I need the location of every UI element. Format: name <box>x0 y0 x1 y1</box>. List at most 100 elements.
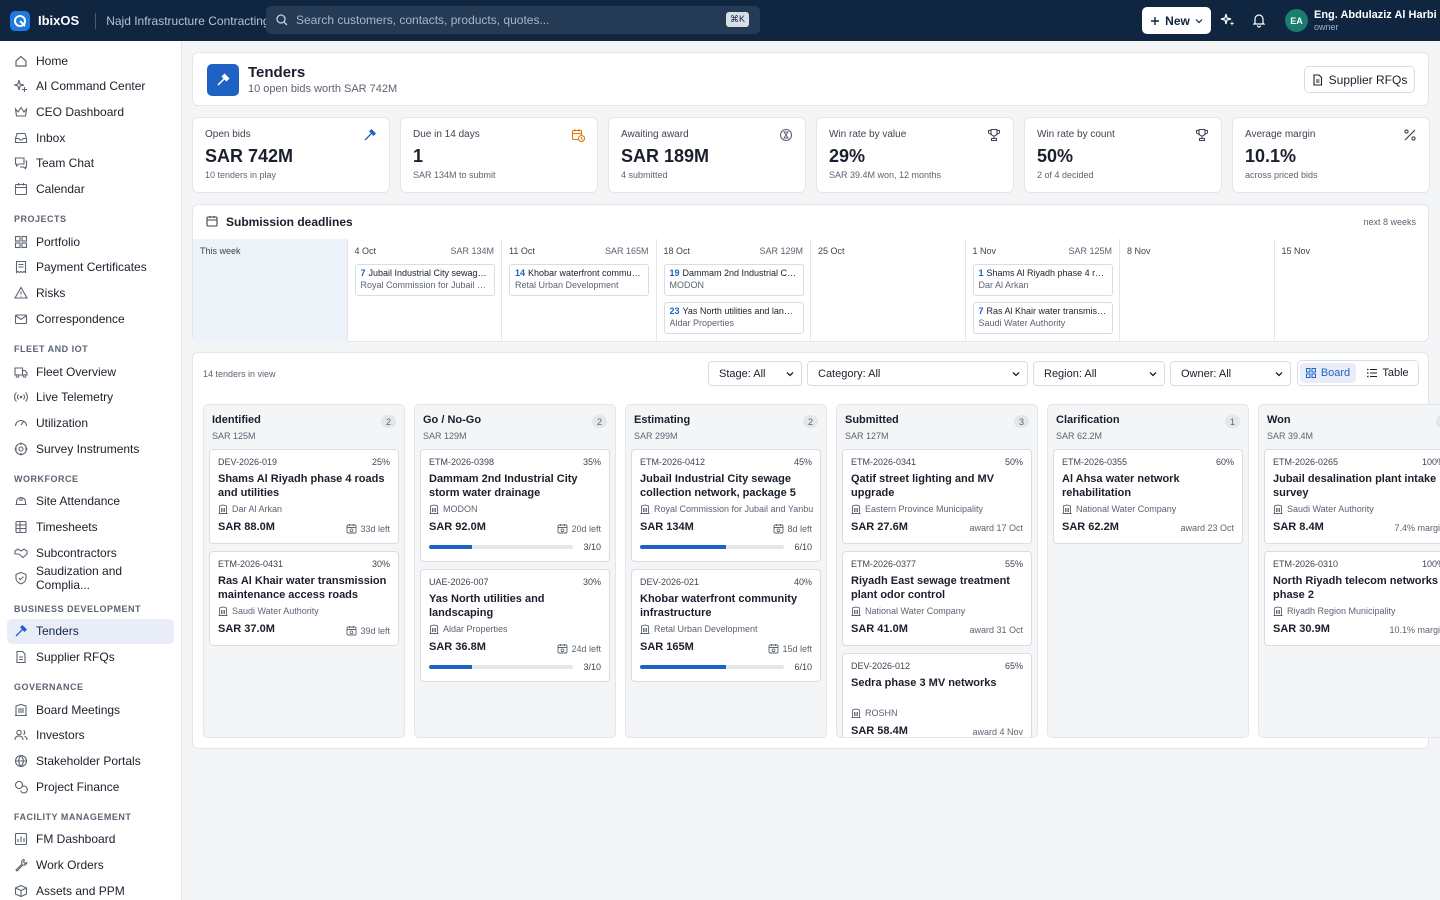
tender-meta-text: 7.4% margin <box>1394 523 1440 533</box>
avatar[interactable]: EA <box>1285 9 1308 32</box>
sidebar-item-inbox[interactable]: Inbox <box>7 125 174 150</box>
new-button[interactable]: New <box>1142 7 1211 34</box>
sidebar-item-utilization[interactable]: Utilization <box>7 410 174 435</box>
sidebar-item-fm-dashboard[interactable]: FM Dashboard <box>7 827 174 852</box>
bell-icon[interactable] <box>1251 12 1267 28</box>
week-date: 11 Oct <box>509 246 535 256</box>
tender-card[interactable]: ETM-2026-0341 50% Qatif street lighting an… <box>842 449 1032 544</box>
percent-icon <box>1403 128 1417 142</box>
region-filter-value: Region: All <box>1044 367 1097 380</box>
deadline-item[interactable]: 7Ras Al Khair water transmission mainten… <box>972 302 1113 334</box>
kpi-card[interactable]: Awaiting award SAR 189M 4 submitted <box>608 117 806 193</box>
category-filter[interactable]: Category: All <box>807 361 1028 386</box>
users-icon <box>14 728 28 742</box>
sparkle-icon[interactable] <box>1220 12 1236 28</box>
progress-bar <box>429 545 573 549</box>
sidebar-item-label: Payment Certificates <box>36 260 147 275</box>
sidebar-item-site-attendance[interactable]: Site Attendance <box>7 489 174 514</box>
deadline-item[interactable]: 23Yas North utilities and landscaping Ald… <box>663 302 804 334</box>
sidebar-item-payment-certificates[interactable]: Payment Certificates <box>7 255 174 280</box>
sidebar-item-calendar[interactable]: Calendar <box>7 177 174 202</box>
building-icon <box>218 504 228 514</box>
sidebar-item-subcontractors[interactable]: Subcontractors <box>7 540 174 565</box>
sidebar-item-stakeholder-portals[interactable]: Stakeholder Portals <box>7 748 174 773</box>
sidebar-item-correspondence[interactable]: Correspondence <box>7 306 174 331</box>
board-view-button[interactable]: Board <box>1300 363 1356 383</box>
table-view-button[interactable]: Table <box>1360 363 1416 383</box>
kpi-card[interactable]: Open bids SAR 742M 10 tenders in play <box>192 117 390 193</box>
tender-card[interactable]: ETM-2026-0310 100% North Riyadh telecom ne… <box>1264 551 1440 646</box>
sidebar-item-project-finance[interactable]: Project Finance <box>7 774 174 799</box>
page-subtitle: 10 open bids worth SAR 742M <box>248 83 398 95</box>
sidebar-item-portfolio[interactable]: Portfolio <box>7 229 174 254</box>
tender-card[interactable]: DEV-2026-021 40% Khobar waterfront communi… <box>631 569 821 682</box>
sidebar-item-saudization-and-complia[interactable]: Saudization and Complia... <box>7 564 174 592</box>
deadline-week: 18 Oct SAR 129M 19 Dammam 2nd Industrial Ci… <box>657 239 811 342</box>
kpi-card[interactable]: Average margin 10.1% across priced bids <box>1232 117 1430 193</box>
sidebar-item-assets-and-ppm[interactable]: Assets and PPM <box>7 878 174 900</box>
tender-meta: 15d left <box>768 643 812 654</box>
tender-value: SAR 134M <box>640 521 694 533</box>
tender-meta-text: 15d left <box>782 643 812 654</box>
tender-meta: 8d left <box>773 523 812 534</box>
deadline-item[interactable]: 19Dammam 2nd Industrial City storm water… <box>663 264 804 296</box>
sidebar-item-tenders[interactable]: Tenders <box>7 618 174 644</box>
sidebar-item-timesheets[interactable]: Timesheets <box>7 515 174 540</box>
sidebar-item-fleet-overview[interactable]: Fleet Overview <box>7 359 174 384</box>
receipt-icon <box>14 260 28 274</box>
deadline-item[interactable]: 7Jubail Industrial City sewage collectio… <box>354 264 495 296</box>
tender-name: Riyadh East sewage treatment plant odor … <box>851 575 1010 601</box>
deadline-item[interactable]: 14Khobar waterfront community infrastruc… <box>509 264 649 296</box>
finance-icon <box>14 780 28 794</box>
tender-card[interactable]: ETM-2026-0398 35% Dammam 2nd Industrial Ci… <box>420 449 610 562</box>
search-input[interactable]: Search customers, contacts, products, qu… <box>266 6 760 34</box>
kpi-card[interactable]: Win rate by value 29% SAR 39.4M won, 12 mo… <box>816 117 1014 193</box>
sidebar-item-ceo-dashboard[interactable]: CEO Dashboard <box>7 99 174 124</box>
tender-card[interactable]: DEV-2026-019 25% Shams Al Riyadh phase 4 r… <box>209 449 399 544</box>
sidebar-item-label: Assets and PPM <box>36 883 125 898</box>
document-icon <box>14 650 28 664</box>
sidebar-item-team-chat[interactable]: Team Chat <box>7 151 174 176</box>
sidebar-item-home[interactable]: Home <box>7 48 174 73</box>
kpi-card[interactable]: Due in 14 days 1 SAR 134M to submit <box>400 117 598 193</box>
box-icon <box>14 884 28 898</box>
progress-label: 6/10 <box>794 542 812 552</box>
building-icon <box>1273 504 1283 514</box>
tender-card[interactable]: ETM-2026-0412 45% Jubail Industrial City s… <box>631 449 821 562</box>
region-filter[interactable]: Region: All <box>1033 361 1165 386</box>
sidebar-section-title: FLEET AND IOT <box>14 344 89 354</box>
tender-card[interactable]: DEV-2026-012 65% Sedra phase 3 MV networks… <box>842 653 1032 737</box>
app-logo[interactable]: IbixOS <box>10 10 79 31</box>
stage-filter[interactable]: Stage: All <box>708 361 802 386</box>
deadline-item[interactable]: 1Shams Al Riyadh phase 4 roads and utili… <box>972 264 1113 296</box>
tender-meta-text: award 23 Oct <box>1180 523 1234 533</box>
deadline-day: 1 <box>978 268 984 278</box>
tender-client-name: Retal Urban Development <box>654 624 758 634</box>
sidebar-item-label: Risks <box>36 286 66 301</box>
tender-card[interactable]: ETM-2026-0377 55% Riyadh East sewage treat… <box>842 551 1032 646</box>
sidebar-item-label: Correspondence <box>36 311 125 326</box>
tender-card[interactable]: ETM-2026-0431 30% Ras Al Khair water trans… <box>209 551 399 646</box>
owner-filter[interactable]: Owner: All <box>1170 361 1291 386</box>
tender-card[interactable]: UAE-2026-007 30% Yas North utilities and l… <box>420 569 610 682</box>
sidebar-item-risks[interactable]: Risks <box>7 281 174 306</box>
sidebar-item-ai-command-center[interactable]: AI Command Center <box>7 74 174 99</box>
board-view-label: Board <box>1320 367 1351 379</box>
supplier-rfqs-button[interactable]: Supplier RFQs <box>1304 66 1415 93</box>
progress-fill <box>429 545 473 549</box>
sidebar-item-investors[interactable]: Investors <box>7 723 174 748</box>
sidebar-item-board-meetings[interactable]: Board Meetings <box>7 697 174 722</box>
sidebar-item-supplier-rfqs[interactable]: Supplier RFQs <box>7 644 174 669</box>
stage-count: 2 <box>592 415 607 428</box>
sidebar-item-work-orders[interactable]: Work Orders <box>7 853 174 878</box>
sidebar-item-live-telemetry[interactable]: Live Telemetry <box>7 385 174 410</box>
kpi-label: Win rate by value <box>829 129 907 140</box>
tender-card[interactable]: ETM-2026-0355 60% Al Ahsa water network re… <box>1053 449 1243 544</box>
tender-client: Riyadh Region Municipality <box>1273 606 1396 616</box>
sidebar-item-label: Supplier RFQs <box>36 649 115 664</box>
kpi-card[interactable]: Win rate by count 50% 2 of 4 decided <box>1024 117 1222 193</box>
tender-card[interactable]: ETM-2026-0265 100% Jubail desalination pla… <box>1264 449 1440 544</box>
sidebar-item-survey-instruments[interactable]: Survey Instruments <box>7 436 174 461</box>
sparkle-icon <box>14 79 28 93</box>
user-name[interactable]: Eng. Abdulaziz Al Harbi <box>1314 9 1437 21</box>
